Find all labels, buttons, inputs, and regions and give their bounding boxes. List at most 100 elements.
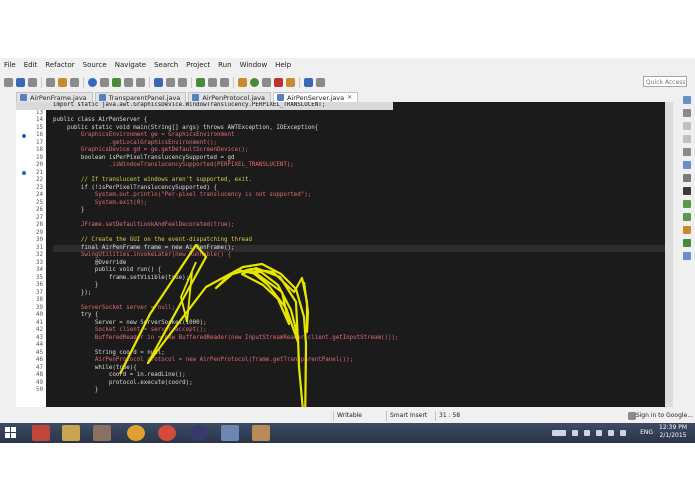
history-icon[interactable] — [683, 252, 691, 260]
run-icon[interactable] — [250, 77, 259, 87]
status-bar: Writable Smart Insert 31 : 58 Sign in to… — [0, 409, 695, 423]
menu-navigate[interactable]: Navigate — [111, 61, 150, 69]
language-indicator[interactable]: ENG — [640, 429, 653, 436]
menu-bar: File Edit Refactor Source Navigate Search Proj… — [0, 58, 695, 72]
volume-icon[interactable] — [608, 430, 614, 436]
console-icon[interactable] — [154, 77, 163, 87]
cursor-position-status: 31 : 58 — [435, 411, 460, 421]
new-java-project-icon[interactable] — [112, 77, 121, 87]
media-player-icon[interactable] — [127, 425, 145, 441]
eclipse-screen: File Edit Refactor Source Navigate Search Proj… — [0, 58, 695, 443]
new-package-icon[interactable] — [124, 77, 133, 87]
editor-tabs: AirPenFrame.java TransparentPanel.java Air… — [16, 92, 359, 102]
sign-in-link[interactable]: Sign in to Google... — [636, 411, 693, 421]
new-file-icon[interactable] — [4, 77, 13, 87]
toolbar-separator — [299, 76, 300, 88]
external-tools-icon[interactable] — [286, 77, 295, 87]
stop-icon[interactable] — [274, 77, 283, 87]
java-file-icon — [277, 94, 284, 101]
tray-arrow-icon[interactable] — [572, 430, 578, 436]
debug-icon[interactable] — [88, 77, 97, 87]
google-icon — [628, 412, 636, 420]
tab-transparentpanel-java[interactable]: TransparentPanel.java — [94, 92, 187, 102]
terminate-icon[interactable] — [166, 77, 175, 87]
forward-icon[interactable] — [316, 77, 325, 87]
outline-icon[interactable] — [683, 109, 691, 117]
tab-airpenprotocol-java[interactable]: AirPenProtocol.java — [188, 92, 271, 102]
eclipse-icon[interactable] — [190, 425, 208, 441]
build-icon[interactable] — [46, 77, 55, 87]
progress-icon[interactable] — [683, 200, 691, 208]
pictures-icon[interactable] — [93, 425, 111, 441]
java-file-icon — [192, 94, 200, 101]
close-tab-icon[interactable]: ✕ — [347, 94, 352, 101]
pen-stroke — [119, 243, 310, 407]
pictures-folder-icon[interactable] — [252, 425, 270, 441]
clock-date: 2/1/2015 — [659, 432, 687, 439]
declaration-icon[interactable] — [683, 174, 691, 182]
windows-taskbar: ENG 12:39 PM 2/1/2015 — [0, 423, 695, 443]
print-icon[interactable] — [28, 77, 37, 87]
windows-start-icon[interactable] — [5, 427, 17, 439]
tab-label: AirPenServer.java — [287, 93, 345, 102]
search-view-icon[interactable] — [683, 213, 691, 221]
quick-access-input[interactable]: Quick Access — [643, 76, 687, 87]
back-icon[interactable] — [304, 77, 313, 87]
open-perspective-icon[interactable] — [208, 77, 217, 87]
network-icon[interactable] — [584, 430, 590, 436]
menu-search[interactable]: Search — [150, 61, 182, 69]
menu-file[interactable]: File — [0, 61, 20, 69]
flag-icon[interactable] — [620, 430, 626, 436]
search-icon[interactable] — [70, 77, 79, 87]
javadoc-icon[interactable] — [683, 161, 691, 169]
tab-label: AirPenProtocol.java — [202, 93, 265, 102]
java-icon[interactable] — [221, 425, 239, 441]
keyboard-icon[interactable] — [552, 430, 566, 436]
vertical-scrollbar[interactable] — [665, 102, 673, 407]
battery-icon[interactable] — [596, 430, 602, 436]
right-view-toolbar — [681, 92, 693, 342]
insert-mode-status: Smart Insert — [386, 411, 427, 421]
task-list-icon[interactable] — [683, 96, 691, 104]
junit-icon[interactable] — [683, 239, 691, 247]
writable-status: Writable — [333, 411, 362, 421]
chrome-icon[interactable] — [158, 425, 176, 441]
menu-window[interactable]: Window — [236, 61, 272, 69]
skip-breakpoints-icon[interactable] — [100, 77, 109, 87]
file-explorer-icon[interactable] — [62, 425, 80, 441]
open-type-icon[interactable] — [58, 77, 67, 87]
save-icon[interactable] — [16, 77, 25, 87]
main-toolbar — [0, 74, 695, 90]
toolbar-separator — [83, 76, 84, 88]
minimize-icon[interactable] — [683, 122, 691, 130]
clock[interactable]: 12:39 PM 2/1/2015 — [659, 424, 687, 440]
tab-airpenframe-java[interactable]: AirPenFrame.java — [16, 92, 93, 102]
new-class-icon[interactable] — [136, 77, 145, 87]
next-annotation-icon[interactable] — [238, 77, 247, 87]
tab-label: TransparentPanel.java — [108, 93, 181, 102]
tab-airpenserver-java[interactable]: AirPenServer.java ✕ — [273, 92, 359, 102]
java-file-icon — [20, 94, 27, 101]
toolbar-separator — [41, 76, 42, 88]
pen-stroke — [180, 261, 197, 323]
toggle-mark-icon[interactable] — [220, 77, 229, 87]
toolbar-separator — [233, 76, 234, 88]
pen-drawing-overlay — [119, 243, 310, 407]
problems-icon[interactable] — [683, 148, 691, 156]
menu-run[interactable]: Run — [214, 61, 235, 69]
error-log-icon[interactable] — [683, 226, 691, 234]
menu-edit[interactable]: Edit — [20, 61, 42, 69]
menu-help[interactable]: Help — [271, 61, 295, 69]
maximize-icon[interactable] — [683, 135, 691, 143]
menu-refactor[interactable]: Refactor — [41, 61, 78, 69]
clock-time: 12:39 PM — [659, 424, 687, 431]
console-view-icon[interactable] — [683, 187, 691, 195]
code-editor[interactable]: 13 14 15 16 17 18 19 20 21 22 23 24 25 26 27 28 29 30 31 32… — [16, 102, 673, 407]
pin-icon[interactable] — [178, 77, 187, 87]
menu-source[interactable]: Source — [79, 61, 111, 69]
apps-icon[interactable] — [32, 425, 50, 441]
menu-project[interactable]: Project — [182, 61, 214, 69]
check-icon[interactable] — [196, 77, 205, 87]
run-dropdown-icon[interactable] — [262, 77, 271, 87]
java-file-icon — [98, 94, 106, 101]
